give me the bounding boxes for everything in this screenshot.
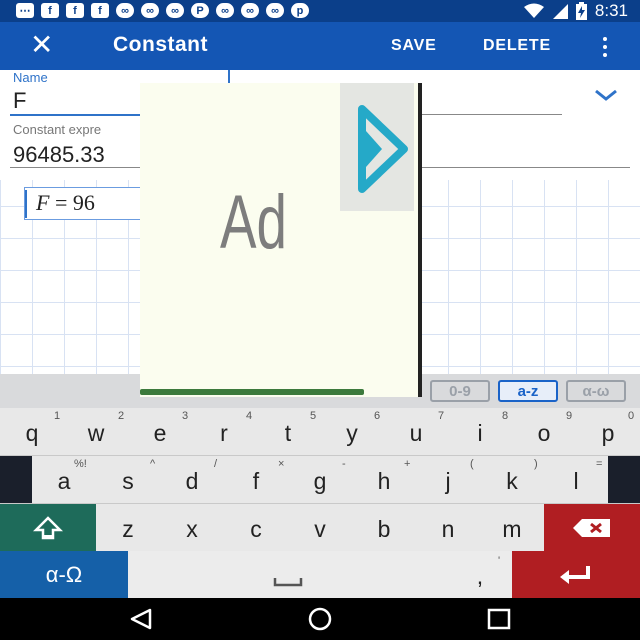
key-q[interactable]: 1q — [0, 408, 64, 455]
name-field-underline — [10, 114, 140, 116]
key-w[interactable]: 2w — [64, 408, 128, 455]
key-s[interactable]: ^ s — [96, 456, 160, 503]
greek-letters-key[interactable]: α-Ω — [0, 551, 128, 598]
comma-key[interactable]: ' , — [448, 551, 512, 598]
keyboard: 1q 2w 3e 4r 5t 6y 7u 8i 9o 0p %! a ^ s / d … — [0, 408, 640, 598]
close-icon[interactable]: ✕ — [30, 30, 53, 60]
enter-key[interactable] — [512, 551, 640, 598]
mode-digits-button[interactable]: 0-9 — [430, 380, 490, 402]
key-g[interactable]: -g — [288, 456, 352, 503]
save-button[interactable]: SAVE — [391, 37, 437, 55]
pinterest-icon: p — [291, 3, 309, 18]
formula-equals: = — [54, 190, 68, 215]
key-b[interactable]: b — [352, 504, 416, 551]
shift-key[interactable] — [0, 504, 96, 551]
ad-play-background — [340, 83, 414, 211]
key-f[interactable]: × f — [224, 456, 288, 503]
shift-icon — [33, 515, 63, 539]
wifi-icon — [523, 3, 544, 18]
name-field[interactable]: F — [13, 88, 26, 114]
name-label: Name — [13, 70, 48, 85]
pandora-icon: P — [191, 3, 209, 18]
key-e[interactable]: 3e — [128, 408, 192, 455]
key-c[interactable]: c — [224, 504, 288, 551]
key-m[interactable]: m — [480, 504, 544, 551]
page-title: Constant — [113, 33, 208, 56]
key-d[interactable]: / d — [160, 456, 224, 503]
key-u[interactable]: 7u — [384, 408, 448, 455]
signal-icon — [552, 4, 568, 19]
space-key[interactable] — [128, 551, 448, 598]
key-z[interactable]: z — [96, 504, 160, 551]
backspace-key[interactable] — [544, 504, 640, 551]
key-v[interactable]: v — [288, 504, 352, 551]
formula-text: F = 96 — [36, 190, 95, 216]
formula-preview[interactable]: F = 96 — [24, 187, 144, 220]
chevron-down-icon[interactable] — [593, 86, 619, 104]
ad-label: Ad — [220, 180, 287, 265]
facebook-icon: f — [41, 3, 59, 18]
enter-icon — [560, 565, 590, 584]
battery-charging-icon — [575, 2, 587, 20]
key-x[interactable]: x — [160, 504, 224, 551]
notification-icons: ⋯ f f f ∞ ∞ ∞ P ∞ ∞ ∞ p — [16, 3, 309, 18]
field-divider — [228, 70, 230, 83]
key-a[interactable]: %! a — [32, 456, 96, 503]
clock: 8:31 — [594, 1, 628, 20]
back-icon[interactable] — [128, 608, 154, 630]
formula-value: 96 — [72, 190, 95, 215]
home-icon[interactable] — [306, 607, 334, 631]
app-icon: ∞ — [266, 3, 284, 18]
key-t[interactable]: 5t — [256, 408, 320, 455]
mode-latin-button[interactable]: a-z — [498, 380, 558, 402]
key-p[interactable]: 0p — [576, 408, 640, 455]
formula-symbol: F — [36, 190, 50, 215]
more-vert-icon[interactable] — [598, 36, 612, 58]
key-i[interactable]: 8i — [448, 408, 512, 455]
ad-banner[interactable]: Ad — [140, 83, 422, 397]
app-icon: ∞ — [241, 3, 259, 18]
unit-field-underline — [422, 114, 562, 115]
key-l[interactable]: = l — [544, 456, 608, 503]
row2-right-filler — [608, 456, 640, 503]
backspace-icon — [573, 518, 610, 537]
recents-icon[interactable] — [486, 608, 512, 630]
key-h[interactable]: + h — [352, 456, 416, 503]
app-icon: ∞ — [216, 3, 234, 18]
navigation-bar — [0, 598, 640, 640]
facebook-icon: f — [66, 3, 84, 18]
app-icon: ∞ — [141, 3, 159, 18]
delete-button[interactable]: DELETE — [483, 37, 551, 55]
key-o[interactable]: 9o — [512, 408, 576, 455]
app-icon: ∞ — [116, 3, 134, 18]
row2-left-filler — [0, 456, 32, 503]
key-k[interactable]: ) k — [480, 456, 544, 503]
key-n[interactable]: n — [416, 504, 480, 551]
toolbar: ✕ Constant SAVE DELETE — [0, 22, 640, 70]
play-icon[interactable] — [352, 101, 410, 197]
ad-progress-bar — [140, 389, 364, 395]
facebook-icon: f — [91, 3, 109, 18]
text-cursor — [25, 190, 27, 218]
status-bar: ⋯ f f f ∞ ∞ ∞ P ∞ ∞ ∞ p 8:31 — [0, 0, 640, 22]
key-r[interactable]: 4r — [192, 408, 256, 455]
space-bar-icon — [273, 578, 303, 587]
messages-icon: ⋯ — [16, 3, 34, 18]
expression-field[interactable]: 96485.33 — [13, 142, 139, 168]
key-j[interactable]: (j — [416, 456, 480, 503]
mode-greek-button[interactable]: α-ω — [566, 380, 626, 402]
expression-label: Constant expre — [13, 122, 102, 137]
system-icons: 8:31 — [523, 1, 628, 21]
key-y[interactable]: 6y — [320, 408, 384, 455]
app-icon: ∞ — [166, 3, 184, 18]
